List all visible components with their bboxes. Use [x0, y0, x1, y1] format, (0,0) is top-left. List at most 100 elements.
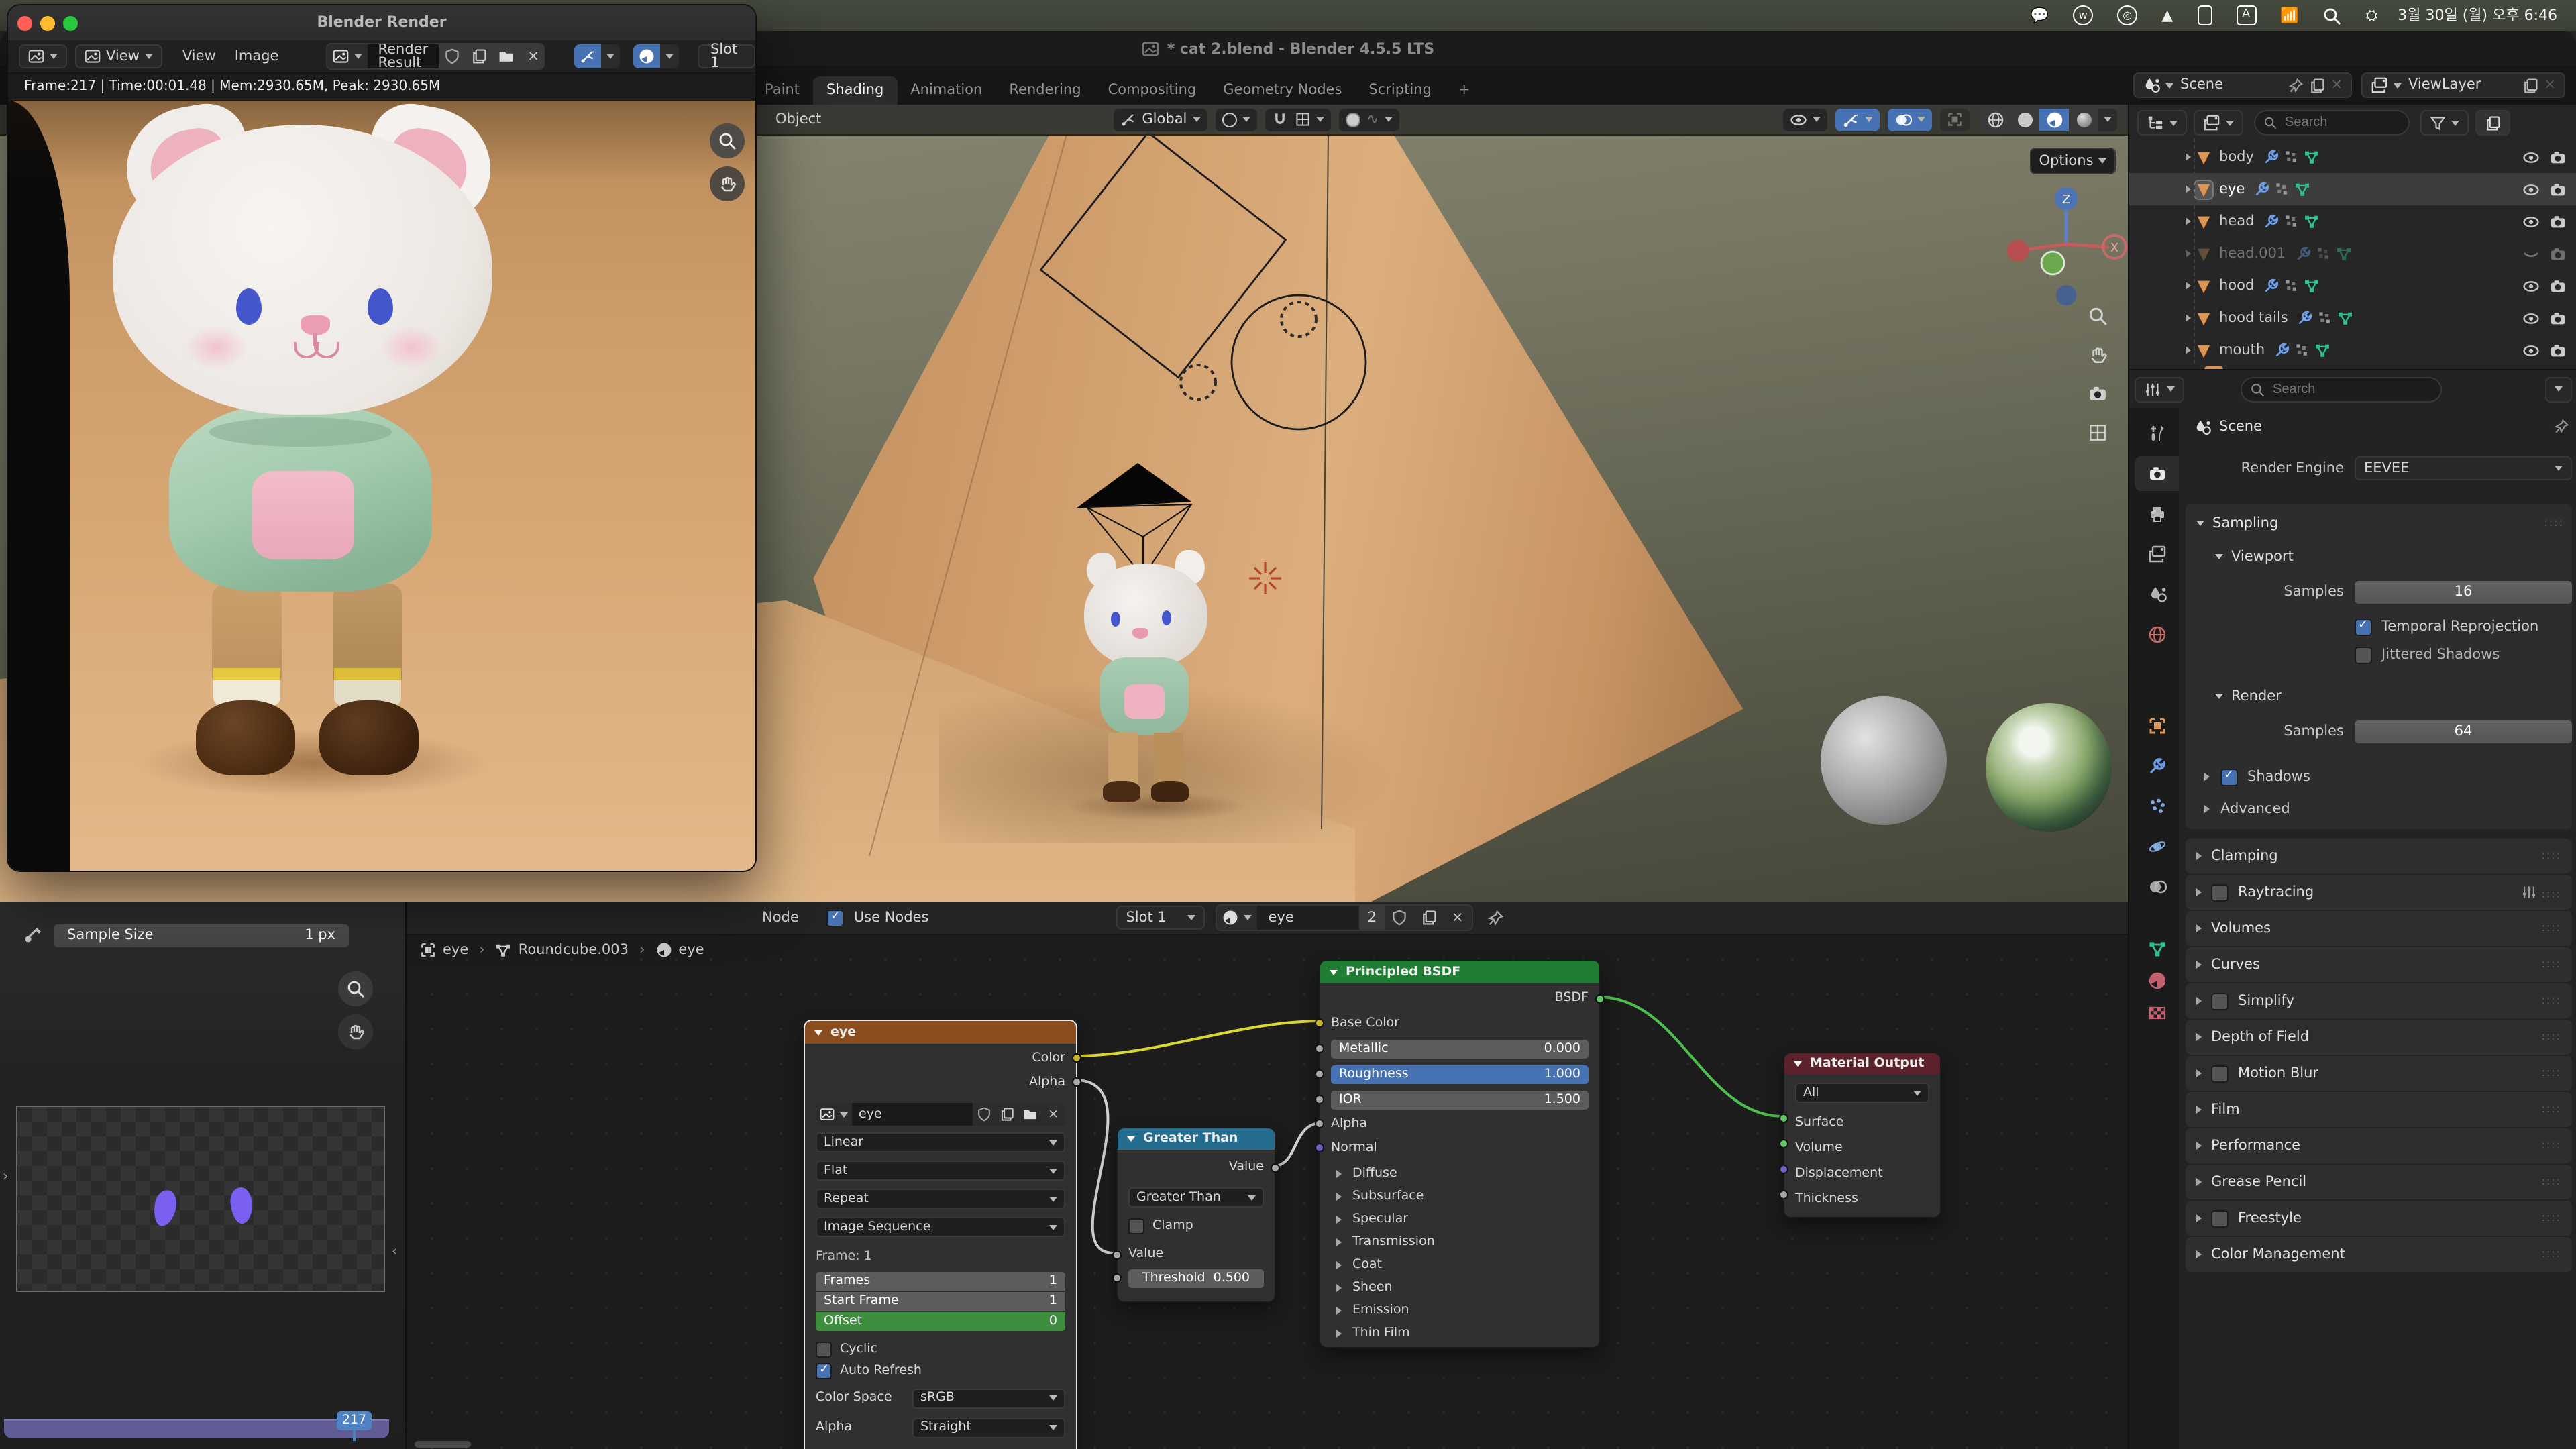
viewport-ortho-icon[interactable] [2087, 423, 2107, 443]
image-menu[interactable]: Image [225, 40, 288, 72]
sample-size-slider[interactable]: Sample Size1 px [54, 924, 349, 947]
render-zoom-button[interactable] [710, 123, 745, 158]
hide-icon[interactable] [2522, 309, 2540, 327]
node-menu[interactable]: Node [753, 902, 808, 934]
normal-input[interactable]: Normal [1331, 1138, 1589, 1158]
displacement-input[interactable]: Displacement [1795, 1163, 1929, 1183]
panel-film[interactable]: Film:::: [2186, 1092, 2572, 1127]
new-viewlayer-icon[interactable] [2522, 77, 2538, 93]
render-visibility-icon[interactable] [2549, 341, 2567, 359]
surface-input[interactable]: Surface [1795, 1112, 1929, 1132]
editor-type-select[interactable] [19, 44, 67, 68]
w-app-icon[interactable]: w [2073, 5, 2093, 25]
section-specular[interactable]: Specular [1352, 1213, 1408, 1226]
tab-geometry-nodes[interactable]: Geometry Nodes [1210, 76, 1355, 105]
sampling-render-subpanel[interactable]: Render [2231, 690, 2282, 704]
node-canvas[interactable]: eye› Roundcube.003› eye eye Color [407, 934, 2128, 1449]
hide-icon[interactable] [2522, 341, 2540, 359]
tab-scene[interactable] [2135, 577, 2179, 612]
tab-rendering[interactable]: Rendering [996, 76, 1094, 105]
render-window[interactable]: Blender Render View View Image Render Re… [8, 5, 755, 871]
tab-modifiers[interactable] [2135, 749, 2179, 784]
output-alpha[interactable]: Alpha [816, 1072, 1065, 1092]
cyclic-checkbox[interactable] [816, 1341, 832, 1357]
section-coat[interactable]: Coat [1352, 1258, 1382, 1271]
tab-tool[interactable] [2135, 416, 2179, 451]
unlink-material-icon[interactable]: × [1444, 906, 1472, 930]
hide-icon[interactable] [2522, 180, 2540, 198]
render-pan-button[interactable] [710, 166, 745, 201]
hide-icon[interactable] [2522, 213, 2540, 230]
viewport-samples-field[interactable]: 16 [2355, 580, 2572, 603]
phone-mirroring-icon[interactable] [2197, 5, 2212, 25]
overlay-dropdown[interactable] [661, 44, 680, 68]
gizmo-dropdown[interactable] [602, 44, 621, 68]
spotlight-icon[interactable] [2323, 6, 2342, 25]
control-center-icon[interactable]: ⛭ [2366, 8, 2378, 23]
tab-shading[interactable]: Shading [813, 76, 897, 105]
material-datablock[interactable]: eye 2 × [1216, 904, 1472, 931]
panel-performance[interactable]: Performance:::: [2186, 1128, 2572, 1163]
snap-controls[interactable] [1265, 108, 1330, 131]
alpha-input[interactable]: Alpha [1331, 1114, 1589, 1134]
section-diffuse[interactable]: Diffuse [1352, 1167, 1397, 1180]
threshold-field[interactable]: Threshold0.500 [1128, 1269, 1264, 1287]
hide-icon[interactable] [2522, 277, 2540, 294]
render-slot-select[interactable]: Slot 1 [698, 44, 755, 68]
panel-grease-pencil[interactable]: Grease Pencil:::: [2186, 1165, 2572, 1199]
add-workspace-button[interactable]: + [1445, 76, 1484, 105]
fake-user-icon[interactable] [1385, 906, 1414, 930]
outliner-filter-button[interactable] [2420, 110, 2469, 136]
panel-motion-blur[interactable]: Motion Blur:::: [2186, 1056, 2572, 1091]
tab-object-data[interactable] [2135, 931, 2179, 966]
sampling-viewport-subpanel[interactable]: Viewport [2231, 550, 2294, 564]
image-datablock[interactable]: eye × [816, 1103, 1065, 1126]
alpha-mode-select[interactable]: Straight [912, 1417, 1065, 1438]
playhead[interactable]: 217 [337, 1411, 372, 1430]
output-target-select[interactable]: All [1795, 1083, 1929, 1103]
cat-model-viewport[interactable] [1046, 440, 1261, 829]
metallic-field[interactable]: Metallic0.000 [1331, 1039, 1589, 1058]
tab-view-layer[interactable] [2135, 537, 2179, 572]
viewport-zoom-icon[interactable] [2087, 306, 2107, 326]
section-subsurface[interactable]: Subsurface [1352, 1190, 1424, 1203]
gizmo-toggle-button[interactable] [575, 44, 602, 68]
display-mode-select[interactable]: View [75, 44, 162, 68]
section-thin-film[interactable]: Thin Film [1352, 1327, 1410, 1340]
options-dropdown[interactable]: Options [2030, 148, 2116, 174]
tab-render[interactable] [2135, 456, 2179, 491]
mode-select[interactable]: Object [775, 113, 821, 127]
hide-icon[interactable] [2522, 148, 2540, 166]
shadows-checkbox[interactable] [2220, 768, 2238, 786]
render-visibility-icon[interactable] [2549, 277, 2567, 294]
menubar-clock[interactable]: 3월 30일 (월) 오후 6:46 [2398, 8, 2557, 23]
pin-material-icon[interactable] [1486, 909, 1503, 926]
properties-options-dropdown[interactable] [2545, 376, 2572, 402]
section-sheen[interactable]: Sheen [1352, 1281, 1393, 1294]
orientation-select[interactable]: Global [1114, 108, 1207, 131]
panel-depth-of-field[interactable]: Depth of Field:::: [2186, 1020, 2572, 1055]
node-greater-than[interactable]: Greater Than Value Greater Than Clamp Va… [1116, 1127, 1276, 1303]
collapse-arrow-left[interactable]: › [3, 1170, 8, 1184]
render-result-datablock[interactable]: Render Result × [325, 43, 545, 70]
slot-select[interactable]: Slot 1 [1116, 906, 1205, 930]
new-scene-icon[interactable] [2309, 77, 2325, 93]
properties-editor-type[interactable] [2135, 376, 2184, 402]
operation-select[interactable]: Greater Than [1128, 1187, 1264, 1208]
shading-rendered-button[interactable] [2069, 108, 2098, 131]
math-output[interactable]: Value [1128, 1157, 1264, 1177]
fake-user-icon[interactable] [439, 44, 466, 68]
navigation-gizmo[interactable]: Z X [2002, 180, 2128, 314]
render-window-titlebar[interactable]: Blender Render [8, 5, 755, 40]
ior-field[interactable]: IOR1.500 [1331, 1090, 1589, 1109]
viewport-pan-icon[interactable] [2087, 345, 2107, 365]
panel-color-management[interactable]: Color Management:::: [2186, 1237, 2572, 1272]
node-principled-bsdf[interactable]: Principled BSDF BSDF Base Color Metallic… [1319, 959, 1601, 1348]
overlays-toggle[interactable] [1888, 108, 1932, 131]
render-visibility-icon[interactable] [2549, 148, 2567, 166]
viewlayer-selector[interactable]: ViewLayer × [2361, 72, 2565, 98]
eyedropper-icon[interactable] [24, 926, 43, 945]
render-samples-field[interactable]: 64 [2355, 720, 2572, 743]
properties-search[interactable] [2241, 376, 2442, 402]
wifi-icon[interactable]: 📶 [2280, 8, 2298, 23]
